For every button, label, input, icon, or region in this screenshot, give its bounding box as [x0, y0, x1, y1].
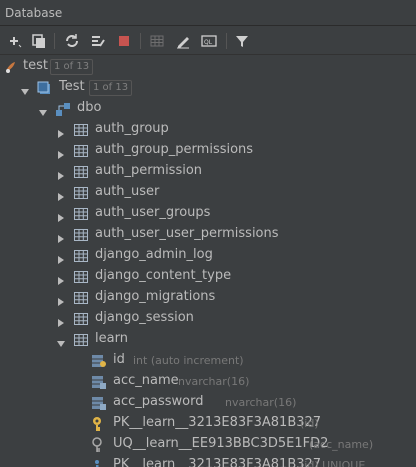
- column-name: acc_password: [113, 394, 204, 409]
- stop-icon[interactable]: [114, 31, 134, 51]
- key-row[interactable]: UQ__learn__EE913BBC3D5E1FD2 (acc_name): [0, 434, 416, 455]
- table-name: learn: [95, 331, 128, 346]
- table-name: django_admin_log: [95, 247, 213, 262]
- table-name: auth_permission: [95, 163, 203, 178]
- column-icon: [91, 374, 107, 390]
- table-icon: [73, 206, 89, 222]
- key-detail: (id) UNIQUE: [300, 459, 366, 467]
- key-name: PK__learn__3213E83F3A81B327: [113, 415, 322, 430]
- table-icon: [73, 311, 89, 327]
- datasource-icon: [3, 59, 19, 75]
- primary-key-column-icon: [91, 353, 107, 369]
- add-icon[interactable]: [5, 31, 25, 51]
- chevron-right-icon[interactable]: [56, 250, 66, 264]
- chevron-right-icon[interactable]: [56, 271, 66, 285]
- table-icon: [73, 269, 89, 285]
- table-name: auth_group_permissions: [95, 142, 254, 157]
- console-icon[interactable]: QL: [199, 31, 219, 51]
- tree-node-table[interactable]: auth_user_groups: [0, 203, 416, 224]
- key-name: PK__learn__3213E83F3A81B327: [113, 457, 322, 467]
- column-name: id: [113, 352, 125, 367]
- tree-node-table[interactable]: django_session: [0, 308, 416, 329]
- chevron-down-icon[interactable]: [56, 334, 66, 347]
- table-name: django_session: [95, 310, 194, 325]
- key-detail: (acc_name): [309, 438, 374, 451]
- database-tree: test 1 of 13 Test 1 of 13 dbo auth_group…: [0, 56, 416, 467]
- refresh-icon[interactable]: [62, 31, 82, 51]
- tree-node-table[interactable]: auth_user: [0, 182, 416, 203]
- datasource-badge: 1 of 13: [50, 59, 94, 75]
- schema-icon: [55, 101, 71, 117]
- tool-window-header: Database: [0, 0, 416, 26]
- svg-text:QL: QL: [204, 39, 213, 46]
- column-name: acc_name: [113, 373, 179, 388]
- table-name: auth_user: [95, 184, 160, 199]
- datasource-label: test: [23, 58, 48, 73]
- tree-node-database[interactable]: Test 1 of 13: [0, 77, 416, 98]
- properties-icon[interactable]: [88, 31, 108, 51]
- table-name: auth_group: [95, 121, 169, 136]
- column-row[interactable]: acc_name nvarchar(16): [0, 371, 416, 392]
- chevron-right-icon[interactable]: [56, 229, 66, 243]
- table-icon: [73, 164, 89, 180]
- chevron-right-icon[interactable]: [56, 166, 66, 180]
- filter-icon[interactable]: [232, 31, 252, 51]
- table-icon: [73, 290, 89, 306]
- table-icon: [73, 143, 89, 159]
- table-name: django_migrations: [95, 289, 216, 304]
- schema-label: dbo: [77, 100, 102, 115]
- table-name: auth_user_groups: [95, 205, 211, 220]
- table-name: django_content_type: [95, 268, 232, 283]
- tree-node-table[interactable]: django_migrations: [0, 287, 416, 308]
- chevron-right-icon[interactable]: [56, 313, 66, 327]
- database-badge: 1 of 13: [89, 80, 133, 96]
- unique-key-icon: [91, 437, 107, 453]
- chevron-down-icon[interactable]: [38, 103, 48, 116]
- column-row[interactable]: id int (auto increment): [0, 350, 416, 371]
- primary-key-icon: [91, 416, 107, 432]
- chevron-down-icon[interactable]: [20, 82, 30, 95]
- chevron-right-icon[interactable]: [56, 187, 66, 201]
- tree-node-table[interactable]: auth_permission: [0, 161, 416, 182]
- key-row[interactable]: PK__learn__3213E83F3A81B327 (id): [0, 413, 416, 434]
- chevron-right-icon[interactable]: [56, 145, 66, 159]
- index-icon: [91, 458, 107, 467]
- table-icon: [73, 332, 89, 348]
- chevron-right-icon[interactable]: [56, 124, 66, 138]
- column-type: nvarchar(16): [225, 396, 297, 409]
- tree-node-table[interactable]: django_admin_log: [0, 245, 416, 266]
- database-icon: [37, 80, 53, 96]
- column-icon: [91, 395, 107, 411]
- database-label: Test: [59, 79, 85, 94]
- chevron-right-icon[interactable]: [56, 292, 66, 306]
- tree-node-datasource[interactable]: test 1 of 13: [0, 56, 416, 77]
- tree-node-table[interactable]: auth_group_permissions: [0, 140, 416, 161]
- table-icon[interactable]: [147, 31, 167, 51]
- tool-window-title: Database: [5, 6, 63, 20]
- edit-icon[interactable]: [173, 31, 193, 51]
- table-icon: [73, 248, 89, 264]
- column-row[interactable]: acc_password nvarchar(16): [0, 392, 416, 413]
- key-detail: (id): [300, 417, 319, 430]
- table-icon: [73, 185, 89, 201]
- chevron-right-icon[interactable]: [56, 208, 66, 222]
- copy-icon[interactable]: [29, 31, 49, 51]
- tree-node-table[interactable]: learn: [0, 329, 416, 350]
- tree-node-table[interactable]: auth_user_user_permissions: [0, 224, 416, 245]
- key-row[interactable]: PK__learn__3213E83F3A81B327 (id) UNIQUE: [0, 455, 416, 467]
- tree-node-table[interactable]: django_content_type: [0, 266, 416, 287]
- key-name: UQ__learn__EE913BBC3D5E1FD2: [113, 436, 329, 451]
- column-type: int (auto increment): [133, 354, 244, 367]
- table-name: auth_user_user_permissions: [95, 226, 279, 241]
- table-icon: [73, 122, 89, 138]
- tree-node-table[interactable]: auth_group: [0, 119, 416, 140]
- toolbar: QL: [0, 27, 416, 55]
- tree-node-schema[interactable]: dbo: [0, 98, 416, 119]
- table-icon: [73, 227, 89, 243]
- column-type: nvarchar(16): [178, 375, 250, 388]
